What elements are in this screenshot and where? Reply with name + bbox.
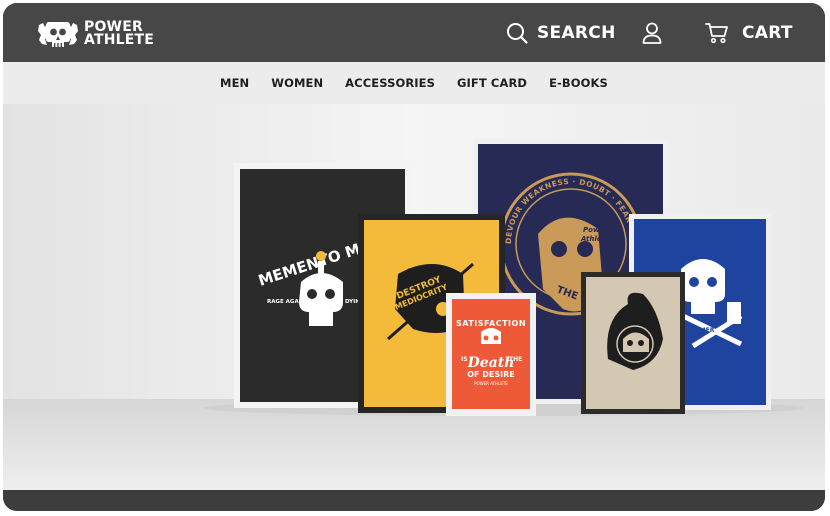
hero-banner[interactable]: MEMENTO MORI RAGE AGAINST THE DYING LIGH… bbox=[3, 104, 825, 490]
devour-center-2: Athlete bbox=[580, 235, 610, 243]
main-navigation: MEN WOMEN ACCESSORIES GIFT CARD E-BOOKS bbox=[3, 62, 825, 104]
satisfaction-line-1: SATISFACTION bbox=[456, 319, 526, 328]
search-icon bbox=[507, 22, 528, 44]
poster-collection-image: MEMENTO MORI RAGE AGAINST THE DYING LIGH… bbox=[3, 104, 825, 490]
nav-item-e-books[interactable]: E-BOOKS bbox=[549, 76, 608, 90]
brand-line-2: ATHLETE bbox=[84, 32, 155, 48]
nav-item-accessories[interactable]: ACCESSORIES bbox=[345, 76, 435, 90]
satisfaction-line-2: IS bbox=[461, 356, 468, 363]
search-button[interactable]: SEARCH bbox=[506, 3, 616, 62]
satisfaction-line-4: Death bbox=[467, 355, 515, 371]
poster-skull-flame bbox=[581, 272, 685, 414]
brand-logo[interactable]: POWER ATHLETE bbox=[36, 17, 154, 51]
nav-item-women[interactable]: WOMEN bbox=[271, 76, 323, 90]
user-icon bbox=[642, 22, 662, 44]
nav-item-men[interactable]: MEN bbox=[220, 76, 249, 90]
memento-subtitle: RAGE AGAINST THE bbox=[267, 299, 327, 305]
cart-icon bbox=[705, 22, 728, 43]
devour-center-1: Power bbox=[583, 226, 608, 234]
footer-bar bbox=[3, 490, 825, 511]
account-button[interactable] bbox=[642, 3, 662, 62]
browser-frame: POWER ATHLETE SEARCH CART MEN WOMEN ACCE… bbox=[3, 3, 825, 511]
cart-button[interactable]: CART bbox=[705, 3, 793, 62]
nav-item-gift-card[interactable]: GIFT CARD bbox=[457, 76, 527, 90]
cart-label: CART bbox=[742, 22, 793, 43]
site-header: POWER ATHLETE SEARCH CART bbox=[3, 3, 825, 62]
poster-satisfaction: SATISFACTION IS THE Death OF DESIRE POWE… bbox=[446, 293, 536, 416]
brand-wordmark: POWER ATHLETE bbox=[84, 20, 155, 48]
search-label: SEARCH bbox=[537, 22, 616, 43]
satisfaction-line-5: OF DESIRE bbox=[467, 370, 515, 379]
hammer-text: HAMMER bbox=[684, 327, 715, 334]
satisfaction-line-6: POWER ATHLETE bbox=[474, 381, 508, 386]
skull-logo-icon bbox=[38, 22, 78, 47]
